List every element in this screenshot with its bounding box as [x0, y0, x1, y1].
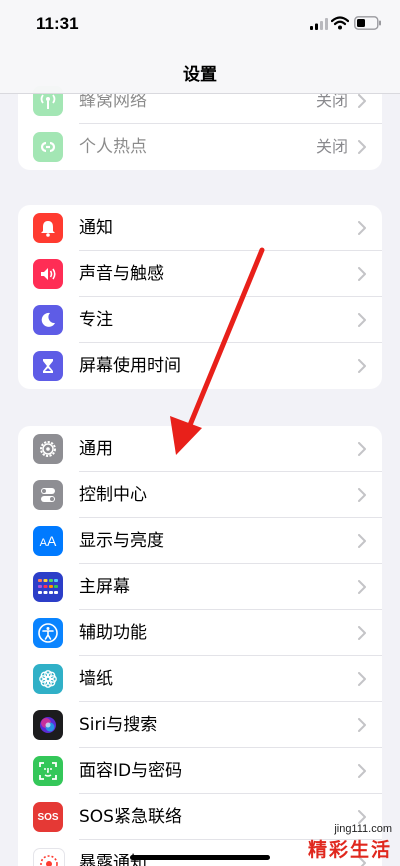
sos-icon: SOS: [33, 802, 63, 832]
settings-row-wallpaper[interactable]: 墙纸: [18, 656, 382, 702]
hotspot-icon: [33, 132, 63, 162]
settings-row-label: 面容ID与密码: [79, 761, 183, 781]
speaker-icon: [33, 259, 63, 289]
settings-row-value: 关闭: [315, 137, 348, 156]
cellular-signal-icon: [310, 18, 328, 30]
wifi-icon: [331, 16, 349, 30]
header-divider: [0, 93, 400, 94]
exposure-icon: [33, 848, 65, 866]
settings-row-display[interactable]: AA 显示与亮度: [18, 518, 382, 564]
chevron-right-icon: [358, 267, 366, 281]
status-bar-overlay: 11:31: [0, 0, 400, 50]
status-time: 11:31: [36, 14, 79, 33]
bell-icon: [33, 213, 63, 243]
settings-row-label: Siri与搜索: [79, 715, 158, 735]
settings-row-hotspot[interactable]: 个人热点 关闭: [18, 124, 382, 170]
chevron-right-icon: [358, 442, 366, 456]
chevron-right-icon: [358, 672, 366, 686]
chevron-right-icon: [358, 488, 366, 502]
settings-row-notifications[interactable]: 通知: [18, 205, 382, 251]
settings-row-sounds[interactable]: 声音与触感: [18, 251, 382, 297]
settings-group-notifications: 通知 声音与触感 专注 屏幕使用时间: [18, 205, 382, 389]
settings-group-general: 通用 控制中心 AA 显示与亮度 主屏幕 辅助功能 墙纸 Siri与搜索 面容I…: [18, 426, 382, 866]
chevron-right-icon: [358, 221, 366, 235]
chevron-right-icon: [358, 764, 366, 778]
accessibility-icon: [33, 618, 63, 648]
hourglass-icon: [33, 351, 63, 381]
chevron-right-icon: [358, 313, 366, 327]
chevron-right-icon: [358, 718, 366, 732]
siri-icon: [33, 710, 63, 740]
settings-row-screen-time[interactable]: 屏幕使用时间: [18, 343, 382, 389]
settings-row-face-id[interactable]: 面容ID与密码: [18, 748, 382, 794]
settings-row-label: 专注: [79, 310, 113, 330]
settings-row-label: 墙纸: [79, 669, 113, 689]
chevron-right-icon: [358, 626, 366, 640]
gear-icon: [33, 434, 63, 464]
watermark: jing111.com 精彩生活: [308, 823, 392, 862]
settings-row-label: 屏幕使用时间: [79, 356, 181, 376]
settings-row-label: 通用: [79, 439, 113, 459]
settings-row-label: 个人热点: [79, 137, 147, 157]
settings-row-focus[interactable]: 专注: [18, 297, 382, 343]
watermark-url: jing111.com: [334, 823, 392, 835]
settings-row-label: 控制中心: [79, 485, 147, 505]
chevron-right-icon: [358, 140, 366, 154]
chevron-right-icon: [358, 534, 366, 548]
flower-icon: [33, 664, 63, 694]
settings-row-accessibility[interactable]: 辅助功能: [18, 610, 382, 656]
settings-row-label: 显示与亮度: [79, 531, 164, 551]
settings-row-home-screen[interactable]: 主屏幕: [18, 564, 382, 610]
chevron-right-icon: [358, 810, 366, 824]
settings-row-label: 声音与触感: [79, 264, 164, 284]
toggles-icon: [33, 480, 63, 510]
text-size-icon: AA: [33, 526, 63, 556]
moon-icon: [33, 305, 63, 335]
watermark-text: 精彩生活: [307, 839, 392, 861]
battery-icon: [354, 16, 381, 30]
settings-row-label: 主屏幕: [79, 577, 130, 597]
chevron-right-icon: [358, 359, 366, 373]
settings-row-general[interactable]: 通用: [18, 426, 382, 472]
settings-row-label: SOS紧急联络: [79, 807, 182, 827]
chevron-right-icon: [358, 94, 366, 108]
settings-row-label: 辅助功能: [79, 623, 147, 643]
home-grid-icon: [33, 572, 63, 602]
settings-row-control-center[interactable]: 控制中心: [18, 472, 382, 518]
home-indicator: [130, 855, 270, 860]
settings-row-siri[interactable]: Siri与搜索: [18, 702, 382, 748]
chevron-right-icon: [358, 580, 366, 594]
settings-row-label: 通知: [79, 218, 113, 238]
page-title: 设置: [183, 65, 217, 85]
settings-row-label: 暴露通知: [79, 853, 147, 866]
face-id-icon: [33, 756, 63, 786]
